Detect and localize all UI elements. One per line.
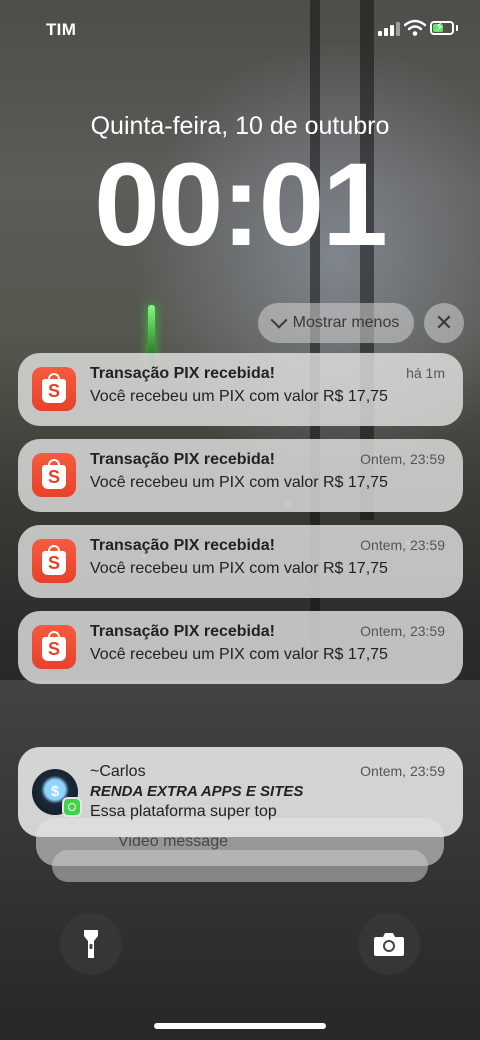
close-icon: ✕ (434, 310, 454, 335)
shopee-bag-icon: S (32, 539, 76, 583)
show-less-label: Mostrar menos (292, 314, 400, 331)
chevron-down-icon (270, 311, 288, 329)
notification-card[interactable]: S Transação PIX recebida! Você recebeu u… (18, 439, 463, 512)
cellular-signal-icon (378, 22, 400, 36)
notification-time: Ontem, 23:59 (360, 623, 445, 639)
shopee-bag-icon: S (32, 625, 76, 669)
camera-icon (374, 933, 404, 956)
notification-title: Transação PIX recebida! (90, 623, 275, 640)
battery-tip (456, 25, 458, 31)
message-group-name: RENDA EXTRA APPS E SITES (90, 783, 304, 800)
shopee-bag-icon: S (32, 453, 76, 497)
notification-card[interactable]: S Transação PIX recebida! Você recebeu u… (18, 611, 463, 684)
shopee-bag-icon: S (32, 367, 76, 411)
message-body: Essa plataforma super top (90, 803, 277, 820)
clear-notifications-button[interactable]: ✕ (424, 303, 464, 343)
message-sender: ~Carlos (90, 763, 146, 780)
notification-time: há 1m (406, 365, 445, 381)
notification-title: Transação PIX recebida! (90, 365, 275, 382)
camera-button[interactable] (358, 913, 420, 975)
notification-body: Você recebeu um PIX com valor R$ 17,75 (90, 388, 388, 405)
notification-card[interactable]: S Transação PIX recebida! Você recebeu u… (18, 353, 463, 426)
carrier-label: TIM (46, 20, 77, 39)
flashlight-icon (84, 930, 98, 958)
notification-time: Ontem, 23:59 (360, 451, 445, 467)
lock-time: 00:01 (94, 139, 388, 271)
notification-body: Você recebeu um PIX com valor R$ 17,75 (90, 646, 388, 663)
whatsapp-icon (62, 797, 82, 817)
flashlight-button[interactable] (60, 913, 122, 975)
notification-body: Você recebeu um PIX com valor R$ 17,75 (90, 474, 388, 491)
notification-title: Transação PIX recebida! (90, 537, 275, 554)
wifi-icon (404, 19, 426, 36)
message-notification-card[interactable]: $ ~Carlos RENDA EXTRA APPS E SITES Essa … (18, 747, 463, 837)
notification-time: Ontem, 23:59 (360, 537, 445, 553)
show-less-button[interactable]: Mostrar menos (258, 303, 414, 343)
status-bar: TIM ⚡ (0, 0, 480, 60)
home-indicator[interactable] (154, 1023, 326, 1029)
notification-title: Transação PIX recebida! (90, 451, 275, 468)
notification-body: Você recebeu um PIX com valor R$ 17,75 (90, 560, 388, 577)
message-time: Ontem, 23:59 (360, 763, 445, 779)
notification-card[interactable]: S Transação PIX recebida! Você recebeu u… (18, 525, 463, 598)
lock-date: Quinta-feira, 10 de outubro (90, 112, 390, 140)
charging-bolt-icon: ⚡ (435, 19, 445, 34)
